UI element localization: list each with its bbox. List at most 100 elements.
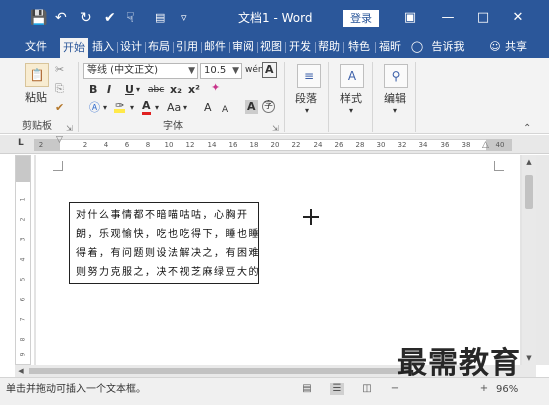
grow-font-button[interactable]: A [204, 101, 212, 115]
web-layout-icon[interactable]: ◫ [360, 383, 374, 395]
change-case-button[interactable]: Aa [167, 101, 181, 115]
tab-stop-selector-icon[interactable]: L [18, 138, 24, 148]
italic-button[interactable]: I [107, 83, 111, 97]
scroll-up-icon[interactable]: ▲ [522, 155, 536, 169]
superscript-button[interactable]: x² [188, 83, 200, 97]
paragraph-icon[interactable]: ≡ [297, 64, 321, 88]
margin-corner-top-left [53, 161, 63, 171]
styles-icon[interactable]: A​ [340, 64, 364, 88]
bold-button[interactable]: B [89, 83, 97, 97]
horizontal-scroll-thumb[interactable] [29, 368, 409, 374]
tab-references[interactable]: 引用 [174, 36, 200, 58]
crosshair-cursor-icon [303, 209, 319, 225]
zoom-out-icon[interactable]: − [388, 383, 402, 395]
text-line: 则努力克服之，决不视芝麻绿豆大的 [76, 267, 260, 278]
paste-button[interactable]: 粘贴 [25, 91, 47, 105]
tell-me-search[interactable]: 告诉我 [428, 36, 468, 58]
minimize-button[interactable]: — [435, 7, 461, 29]
lightbulb-icon[interactable]: ◯ [410, 36, 424, 58]
document-area: 对什么事情都不暗喵咕咕，心胸开 朗，乐观愉快，吃也吃得下，睡也睡 得着，有问题则… [34, 155, 522, 365]
zoom-level[interactable]: 96% [496, 383, 518, 397]
right-indent-marker-icon[interactable]: △ [482, 140, 489, 150]
copy-icon[interactable]: ⎘ [55, 82, 64, 96]
redo-icon[interactable]: ↻ [80, 9, 92, 27]
vertical-ruler[interactable]: 1 2 3 4 5 6 7 8 9 [15, 155, 31, 365]
subscript-button[interactable]: x₂ [170, 83, 182, 97]
highlight-color-icon[interactable]: ✑ [114, 99, 126, 113]
enclose-chars-icon[interactable]: 字 [262, 100, 275, 113]
close-button[interactable]: ✕ [505, 7, 531, 29]
document-title: 文档1 - Word [238, 11, 313, 25]
tab-home[interactable]: 开始 [60, 38, 88, 58]
user-icon[interactable]: ☺ [488, 36, 502, 58]
tab-layout[interactable]: 布局 [146, 36, 172, 58]
margin-corner-top-right [494, 161, 504, 171]
print-layout-icon[interactable]: ☰ [330, 383, 344, 395]
highlight-dropdown-icon[interactable]: ▾ [130, 101, 134, 115]
read-mode-icon[interactable]: ▤ [300, 383, 314, 395]
text-box[interactable]: 对什么事情都不暗喵咕咕，心胸开 朗，乐观愉快，吃也吃得下，睡也睡 得着，有问题则… [69, 202, 259, 284]
right-gutter [536, 155, 549, 365]
login-button[interactable]: 登录 [343, 10, 379, 27]
strikethrough-button[interactable]: abc [148, 83, 164, 97]
tab-design[interactable]: 设计 [118, 36, 144, 58]
tab-mailings[interactable]: 邮件 [202, 36, 228, 58]
underline-dropdown-icon[interactable]: ▾ [136, 83, 140, 97]
format-painter-ribbon-icon[interactable]: ✔ [55, 101, 64, 115]
font-color-icon[interactable]: A [142, 100, 151, 115]
vertical-scroll-thumb[interactable] [525, 175, 533, 209]
save-icon[interactable]: 💾 [30, 9, 47, 27]
share-button[interactable]: 共享 [502, 36, 530, 58]
editing-search-icon[interactable]: ⚲ [384, 64, 408, 88]
scroll-down-icon[interactable]: ▼ [522, 351, 536, 365]
phonetic-guide-icon[interactable]: wén [245, 63, 264, 77]
undo-icon[interactable]: ↶ [55, 9, 67, 27]
format-painter-icon[interactable]: ✔ [104, 9, 116, 27]
ribbon-display-options-icon[interactable]: ▣ [397, 7, 423, 29]
text-effects-dropdown-icon[interactable]: ▾ [103, 101, 107, 115]
restore-button[interactable]: □ [470, 7, 496, 29]
text-line: 得着，有问题则设法解决之，有困难 [76, 248, 260, 259]
collapse-ribbon-icon[interactable]: ⌃ [523, 122, 531, 136]
char-border-icon[interactable]: A [262, 62, 277, 78]
font-group-label: 字体 [163, 121, 183, 132]
indent-marker-icon[interactable]: ▽ [56, 135, 63, 145]
clipboard-launcher-icon[interactable]: ⇲ [66, 122, 73, 136]
watermark-logo: 最需教育 [397, 346, 521, 381]
change-case-dropdown-icon[interactable]: ▾ [183, 101, 187, 115]
tab-view[interactable]: 视图 [258, 36, 284, 58]
horizontal-ruler[interactable]: L 2 2 4 6 8 10 12 14 16 18 20 22 24 26 2… [0, 135, 549, 154]
scroll-left-icon[interactable]: ◀ [15, 365, 27, 377]
text-line: 对什么事情都不暗喵咕咕，心胸开 [76, 210, 249, 221]
tab-developer[interactable]: 开发 [286, 36, 314, 58]
cut-icon[interactable]: ✂ [55, 63, 64, 77]
paragraph-dropdown-icon[interactable]: ▾ [305, 104, 309, 118]
ribbon-tabs: 文件 开始 插入 设计 布局 引用 邮件 审阅 视图 开发 帮助 特色 福昕 ◯… [0, 36, 549, 58]
zoom-in-icon[interactable]: + [477, 383, 491, 395]
tab-insert[interactable]: 插入 [90, 36, 116, 58]
tab-file[interactable]: 文件 [20, 36, 52, 58]
clear-formatting-icon[interactable]: ✦ [211, 81, 220, 95]
customize-icon[interactable]: ▤ [155, 9, 165, 27]
shrink-font-button[interactable]: A [222, 103, 228, 117]
paste-icon[interactable]: 📋 [25, 63, 49, 87]
text-line: 朗，乐观愉快，吃也吃得下，睡也睡 [76, 229, 260, 240]
underline-button[interactable]: U [125, 83, 134, 97]
editing-dropdown-icon[interactable]: ▾ [393, 104, 397, 118]
font-name-select[interactable]: 等线 (中文正文) ▼ [83, 63, 198, 79]
tab-foxit[interactable]: 福昕 [376, 36, 404, 58]
font-launcher-icon[interactable]: ⇲ [272, 122, 279, 136]
status-message: 单击并拖动可插入一个文本框。 [6, 384, 146, 395]
touch-mode-icon[interactable]: ☟ [126, 9, 135, 27]
vertical-scrollbar[interactable]: ▲ ▼ [522, 155, 536, 365]
tab-review[interactable]: 审阅 [230, 36, 256, 58]
styles-dropdown-icon[interactable]: ▾ [349, 104, 353, 118]
font-size-select[interactable]: 10.5 ▼ [200, 63, 242, 79]
char-shading-icon[interactable]: A [245, 100, 258, 114]
tab-help[interactable]: 帮助 [316, 36, 342, 58]
text-effects-icon[interactable]: Ⓐ [89, 101, 100, 115]
tab-features[interactable]: 特色 [344, 36, 374, 58]
document-page[interactable]: 对什么事情都不暗喵咕咕，心胸开 朗，乐观愉快，吃也吃得下，睡也睡 得着，有问题则… [36, 155, 520, 365]
customize-quick-access-icon[interactable]: ▿ [181, 9, 187, 27]
font-color-dropdown-icon[interactable]: ▾ [155, 101, 159, 115]
